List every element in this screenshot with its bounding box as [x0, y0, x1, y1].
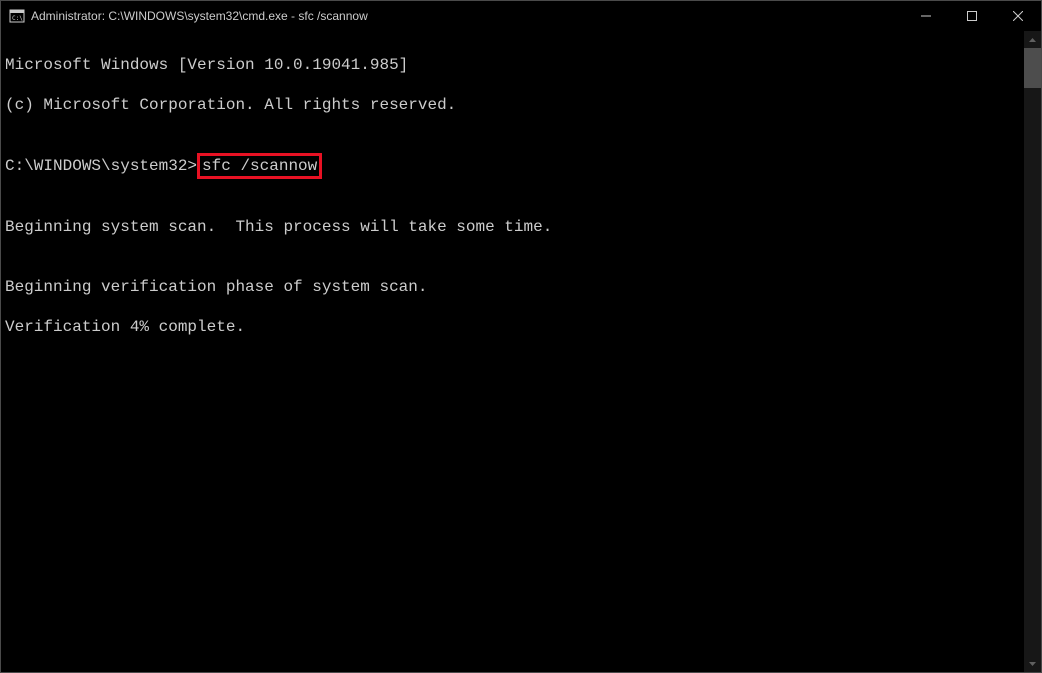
scroll-up-button[interactable] [1024, 31, 1041, 48]
cmd-window: C:\ Administrator: C:\WINDOWS\system32\c… [0, 0, 1042, 673]
prompt-line: C:\WINDOWS\system32>sfc /scannow [5, 155, 1020, 177]
minimize-button[interactable] [903, 1, 949, 31]
cmd-icon: C:\ [9, 8, 25, 24]
scrollbar-track[interactable] [1024, 48, 1041, 655]
maximize-button[interactable] [949, 1, 995, 31]
scroll-down-button[interactable] [1024, 655, 1041, 672]
output-line: Verification 4% complete. [5, 317, 1020, 337]
output-line: Microsoft Windows [Version 10.0.19041.98… [5, 55, 1020, 75]
titlebar[interactable]: C:\ Administrator: C:\WINDOWS\system32\c… [1, 1, 1041, 31]
highlighted-command: sfc /scannow [197, 153, 322, 179]
content-area: Microsoft Windows [Version 10.0.19041.98… [1, 31, 1041, 672]
vertical-scrollbar[interactable] [1024, 31, 1041, 672]
close-button[interactable] [995, 1, 1041, 31]
output-line: Beginning verification phase of system s… [5, 277, 1020, 297]
svg-text:C:\: C:\ [12, 15, 23, 22]
output-line: (c) Microsoft Corporation. All rights re… [5, 95, 1020, 115]
titlebar-text: Administrator: C:\WINDOWS\system32\cmd.e… [31, 9, 903, 23]
prompt-path: C:\WINDOWS\system32> [5, 156, 197, 176]
scrollbar-thumb[interactable] [1024, 48, 1041, 88]
output-line: Beginning system scan. This process will… [5, 217, 1020, 237]
terminal-output[interactable]: Microsoft Windows [Version 10.0.19041.98… [1, 31, 1024, 672]
window-controls [903, 1, 1041, 31]
